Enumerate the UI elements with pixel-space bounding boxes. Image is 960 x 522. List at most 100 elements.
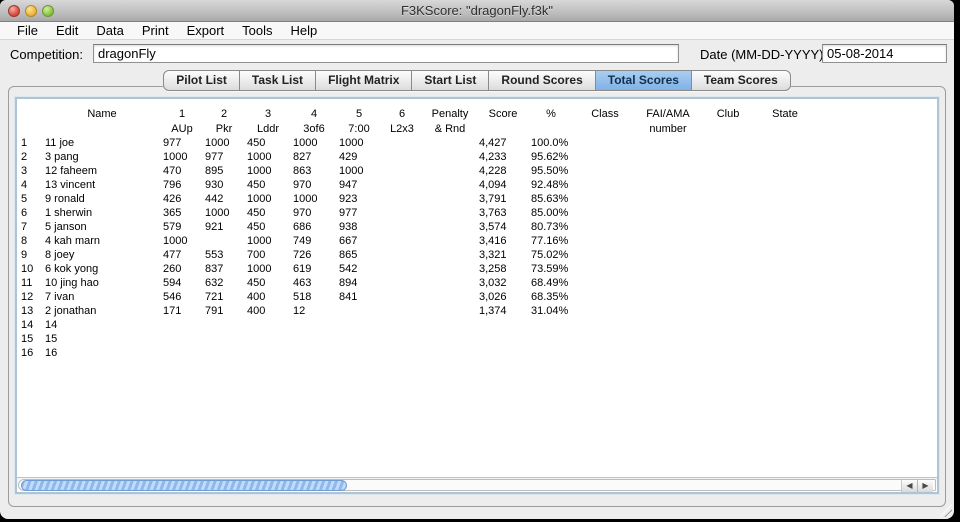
cell: 3,416 [477, 234, 529, 248]
cell [699, 220, 757, 234]
cell: 5 janson [43, 220, 161, 234]
cell: 400 [245, 290, 291, 304]
scroll-left-icon[interactable]: ◀ [901, 480, 917, 492]
table-row[interactable]: 75 janson5799214506869383,57480.73% [19, 220, 937, 234]
cell [381, 248, 423, 262]
table-row[interactable]: 127 ivan5467214005188413,02668.35% [19, 290, 937, 304]
cell [381, 304, 423, 318]
cell [757, 136, 813, 150]
cell [337, 304, 381, 318]
cell: 4 kah marn [43, 234, 161, 248]
cell: 11 joe [43, 136, 161, 150]
table-row[interactable]: 111 joe9771000450100010004,427100.0% [19, 136, 937, 150]
tab-task-list[interactable]: Task List [240, 71, 316, 90]
table-row[interactable]: 1616 [19, 346, 937, 360]
column-header: Class [573, 106, 637, 121]
scores-scrollpane: Name123456PenaltyScore%ClassFAI/AMAClubS… [15, 97, 939, 494]
menu-help[interactable]: Help [282, 22, 327, 40]
cell [813, 248, 937, 262]
cell [245, 346, 291, 360]
cell [637, 136, 699, 150]
cell: 1000 [245, 150, 291, 164]
cell: 365 [161, 206, 203, 220]
scroll-right-icon[interactable]: ▶ [917, 480, 933, 492]
cell: 4,427 [477, 136, 529, 150]
cell: 13 [19, 304, 43, 318]
table-row[interactable]: 84 kah marn100010007496673,41677.16% [19, 234, 937, 248]
scrollbar-track[interactable]: ◀ ▶ [18, 479, 936, 491]
cell: 92.48% [529, 178, 573, 192]
table-row[interactable]: 1515 [19, 332, 937, 346]
cell [161, 318, 203, 332]
cell: 632 [203, 276, 245, 290]
tab-round-scores[interactable]: Round Scores [489, 71, 595, 90]
tab-start-list[interactable]: Start List [412, 71, 489, 90]
cell: 1000 [245, 262, 291, 276]
cell: 450 [245, 220, 291, 234]
table-row[interactable]: 312 faheem470895100086310004,22895.50% [19, 164, 937, 178]
menu-tools[interactable]: Tools [233, 22, 281, 40]
score-table-body: 111 joe9771000450100010004,427100.0%23 p… [19, 136, 937, 360]
cell: 1000 [245, 164, 291, 178]
competition-input[interactable] [93, 44, 679, 63]
table-row[interactable]: 413 vincent7969304509709474,09492.48% [19, 178, 937, 192]
column-header: & Rnd [423, 121, 477, 136]
column-header: 3of6 [291, 121, 337, 136]
cell: 863 [291, 164, 337, 178]
tab-pilot-list[interactable]: Pilot List [164, 71, 240, 90]
cell [637, 150, 699, 164]
table-row[interactable]: 23 pang100097710008274294,23395.62% [19, 150, 937, 164]
table-row[interactable]: 1110 jing hao5946324504638943,03268.49% [19, 276, 937, 290]
cell [381, 178, 423, 192]
cell: 1000 [245, 234, 291, 248]
menu-data[interactable]: Data [87, 22, 132, 40]
cell: 95.62% [529, 150, 573, 164]
column-header: 1 [161, 106, 203, 121]
table-row[interactable]: 1414 [19, 318, 937, 332]
scores-table: Name123456PenaltyScore%ClassFAI/AMAClubS… [19, 106, 937, 360]
cell: 85.00% [529, 206, 573, 220]
column-header: FAI/AMA [637, 106, 699, 121]
score-table-head: Name123456PenaltyScore%ClassFAI/AMAClubS… [19, 106, 937, 136]
cell: 930 [203, 178, 245, 192]
cell [423, 304, 477, 318]
table-row[interactable]: 106 kok yong26083710006195423,25873.59% [19, 262, 937, 276]
date-input[interactable] [822, 44, 947, 63]
tab-content-panel: Name123456PenaltyScore%ClassFAI/AMAClubS… [8, 86, 946, 507]
cell: 6 [19, 206, 43, 220]
menu-export[interactable]: Export [178, 22, 234, 40]
column-header [19, 121, 43, 136]
cell: 970 [291, 206, 337, 220]
cell: 1 sherwin [43, 206, 161, 220]
cell [637, 276, 699, 290]
menu-edit[interactable]: Edit [47, 22, 87, 40]
cell [423, 178, 477, 192]
cell: 3,032 [477, 276, 529, 290]
cell [813, 136, 937, 150]
cell: 68.49% [529, 276, 573, 290]
cell: 3,574 [477, 220, 529, 234]
menu-file[interactable]: File [8, 22, 47, 40]
tab-flight-matrix[interactable]: Flight Matrix [316, 71, 412, 90]
table-row[interactable]: 61 sherwin36510004509709773,76385.00% [19, 206, 937, 220]
cell: 16 [19, 346, 43, 360]
tab-total-scores[interactable]: Total Scores [596, 71, 692, 90]
table-row[interactable]: 59 ronald426442100010009233,79185.63% [19, 192, 937, 206]
menu-print[interactable]: Print [133, 22, 178, 40]
scrollbar-thumb[interactable] [21, 480, 347, 491]
column-header: 4 [291, 106, 337, 121]
cell [757, 206, 813, 220]
tab-team-scores[interactable]: Team Scores [692, 71, 790, 90]
column-header: AUp [161, 121, 203, 136]
cell [573, 234, 637, 248]
cell [637, 206, 699, 220]
cell: 15 [19, 332, 43, 346]
cell: 546 [161, 290, 203, 304]
table-row[interactable]: 98 joey4775537007268653,32175.02% [19, 248, 937, 262]
cell [423, 290, 477, 304]
column-header: Name [43, 106, 161, 121]
cell [381, 262, 423, 276]
cell [813, 346, 937, 360]
cell: 1000 [161, 234, 203, 248]
table-row[interactable]: 132 jonathan171791400121,37431.04% [19, 304, 937, 318]
